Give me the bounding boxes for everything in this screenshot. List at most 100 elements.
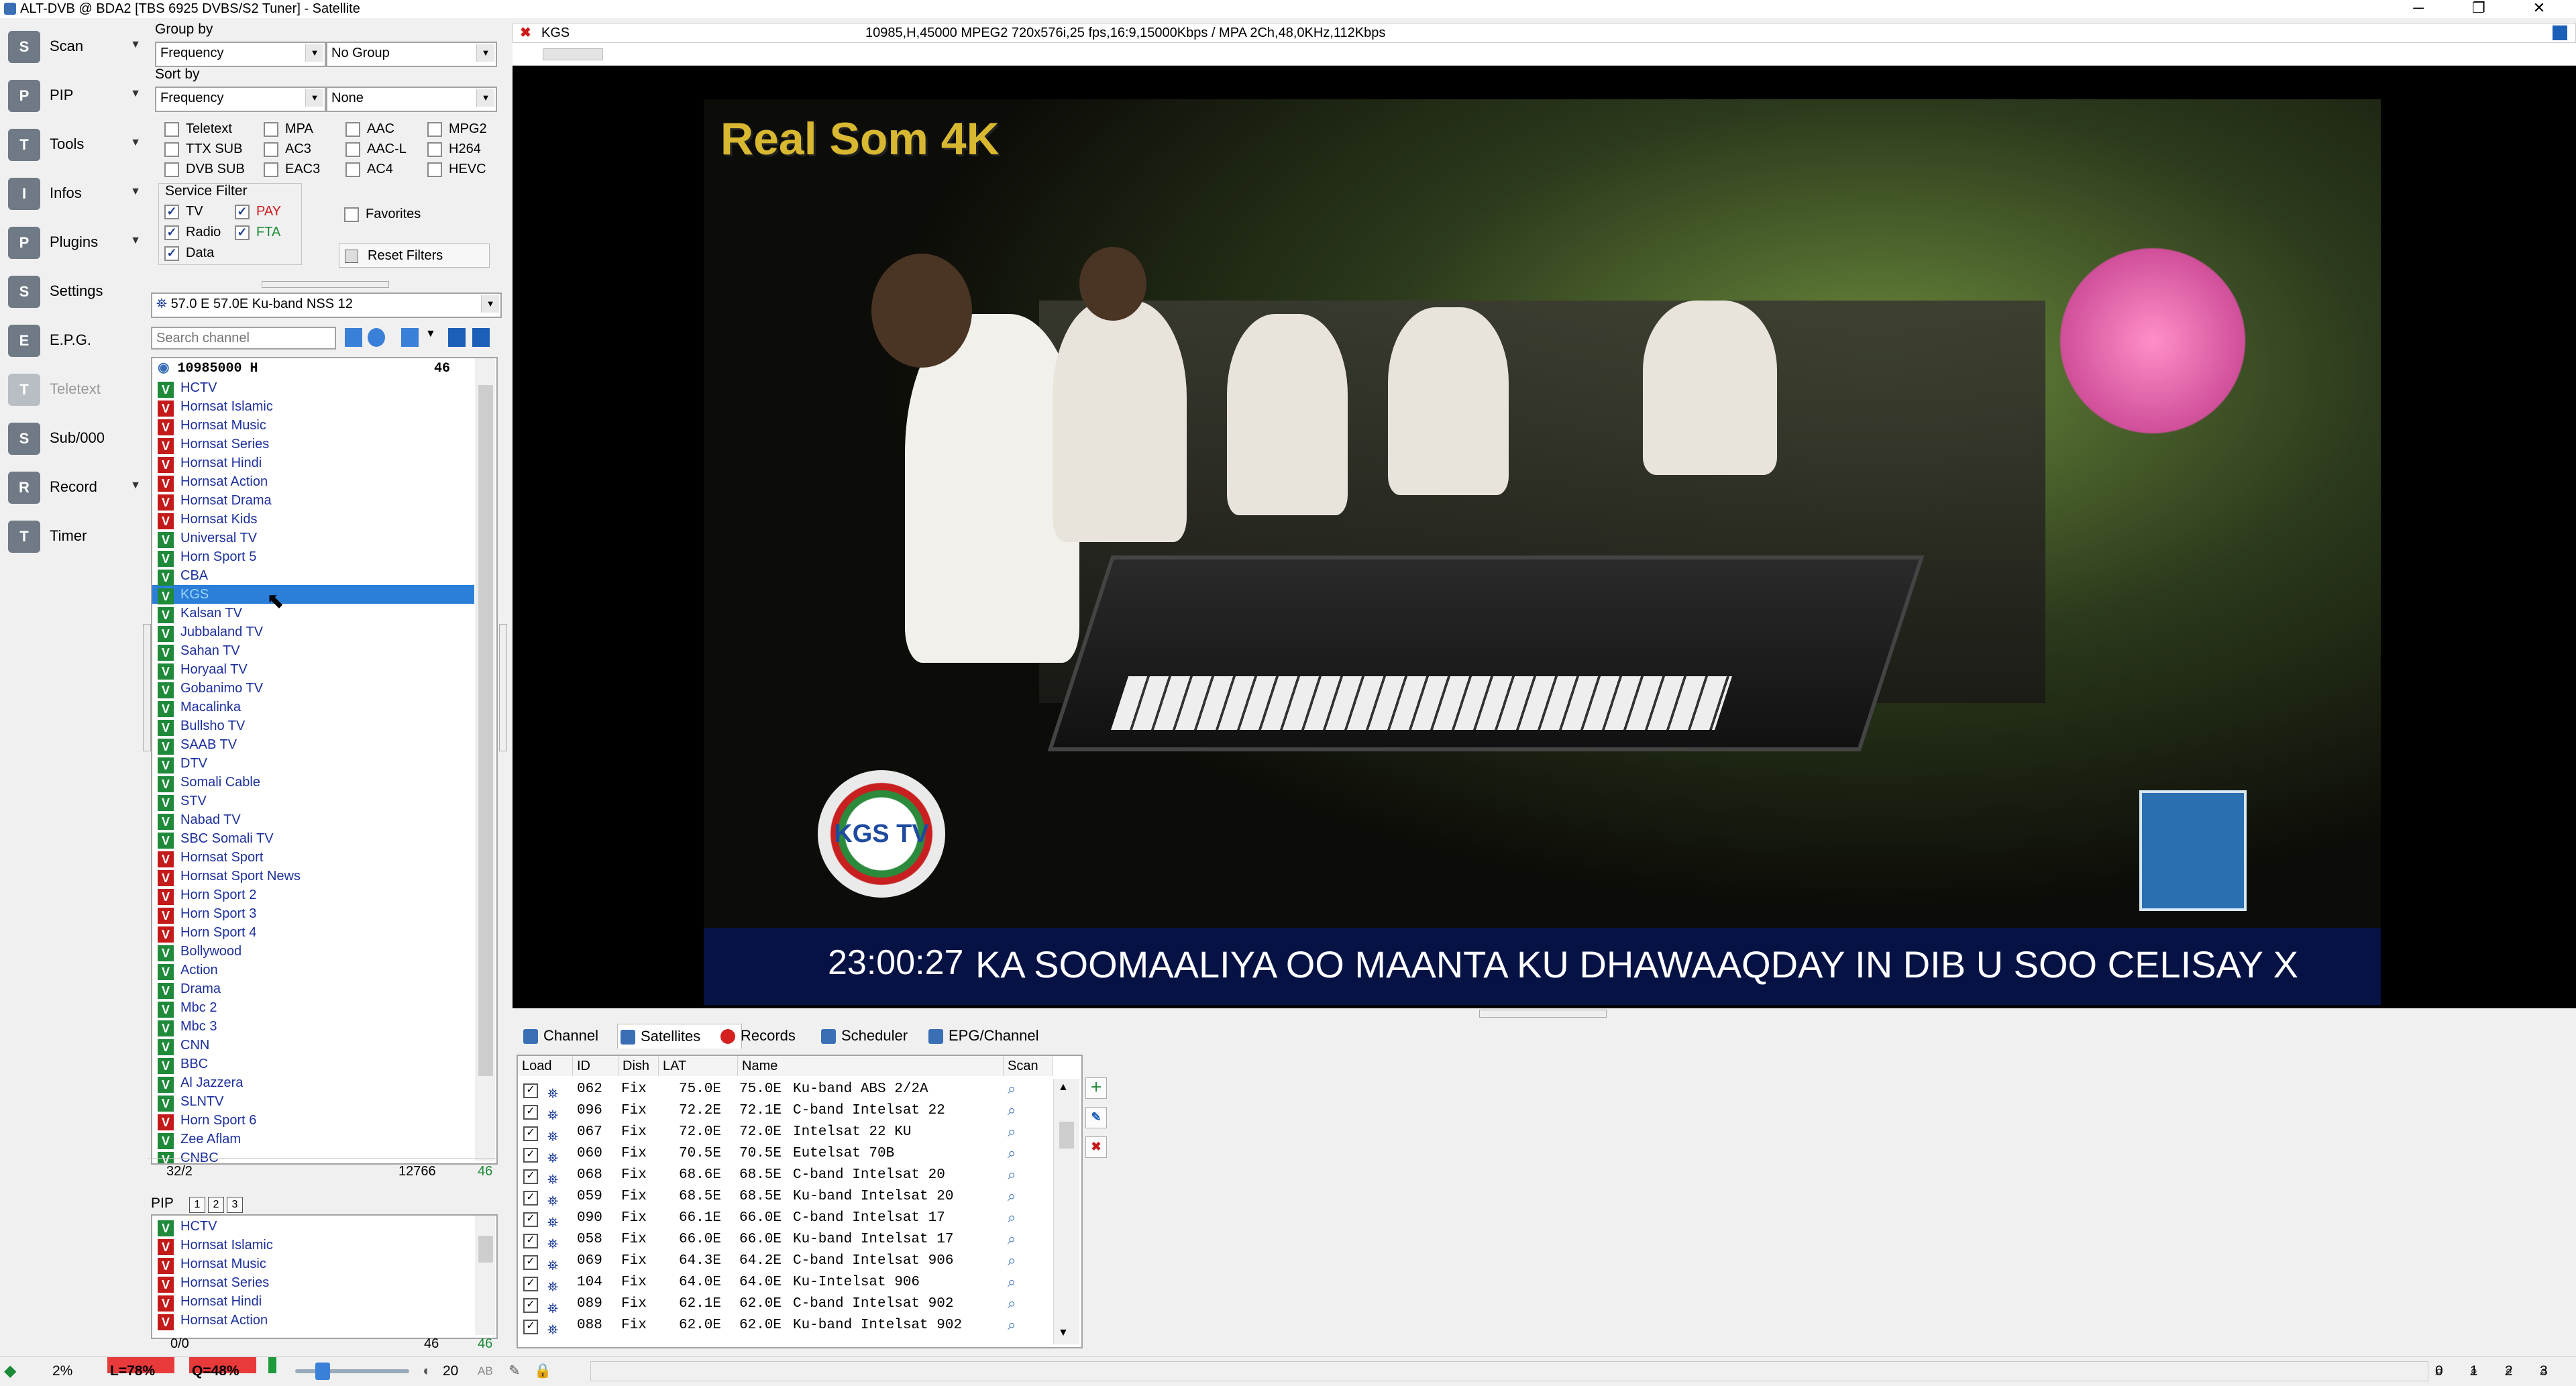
scan-search-icon[interactable]: ⌕	[1008, 1143, 1016, 1165]
service-data-checkbox[interactable]: Data	[164, 245, 214, 261]
scroll-up-icon[interactable]: ▲	[1058, 1081, 1069, 1094]
scan-search-icon[interactable]: ⌕	[1008, 1315, 1016, 1336]
toolbar-record-button[interactable]: R Record ▼	[4, 465, 141, 509]
scan-search-icon[interactable]: ⌕	[1008, 1208, 1016, 1229]
load-checkbox[interactable]: ✓	[523, 1169, 538, 1184]
progress-handle[interactable]	[543, 48, 603, 60]
channel-row[interactable]: V Hornsat Series	[158, 435, 269, 454]
toolbar-timer-button[interactable]: T Timer	[4, 514, 141, 558]
filter-aac-l-checkbox[interactable]: AAC-L	[345, 141, 407, 157]
move-down-icon[interactable]	[448, 328, 466, 347]
channel-row[interactable]: V KGS	[158, 585, 209, 604]
filter-ttx-sub-checkbox[interactable]: TTX SUB	[164, 141, 242, 157]
channel-row[interactable]: V Drama	[158, 979, 221, 999]
list-icon[interactable]	[401, 328, 419, 347]
channel-row[interactable]: V Horn Sport 5	[158, 547, 256, 567]
channel-row[interactable]: V Horn Sport 3	[158, 904, 256, 924]
reset-filters-button[interactable]: Reset Filters	[339, 244, 490, 268]
pip-slot-3-button[interactable]: 3	[227, 1197, 243, 1213]
service-fta-checkbox[interactable]: FTA	[235, 224, 280, 240]
channel-row[interactable]: V Hornsat Drama	[158, 491, 272, 511]
channel-row[interactable]: V Action	[158, 961, 218, 980]
toolbar-e-p-g-button[interactable]: E E.P.G.	[4, 318, 141, 362]
column-header-name[interactable]: Name	[738, 1056, 1004, 1076]
toolbar-tools-button[interactable]: T Tools ▼	[4, 122, 141, 166]
search-channel-field[interactable]	[152, 328, 332, 348]
channel-row[interactable]: V Al Jazzera	[158, 1073, 243, 1093]
video-progress-bar[interactable]	[513, 43, 2576, 66]
search-channel-input[interactable]	[151, 327, 336, 350]
toolbar-infos-button[interactable]: I Infos ▼	[4, 171, 141, 215]
close-video-icon[interactable]: ✖	[520, 23, 531, 42]
scan-search-icon[interactable]: ⌕	[1008, 1272, 1016, 1293]
filter-eac3-checkbox[interactable]: EAC3	[264, 161, 320, 177]
service-radio-checkbox[interactable]: Radio	[164, 224, 221, 240]
delete-satellite-button[interactable]: ✖	[1085, 1136, 1107, 1158]
pip-channel-list[interactable]: V HCTV V Hornsat Islamic V Hornsat Music V Horn…	[151, 1214, 498, 1339]
group-select-2[interactable]: No Group ▼	[326, 42, 497, 67]
filter-mpa-checkbox[interactable]: MPA	[264, 121, 313, 137]
channel-row[interactable]: V Horn Sport 4	[158, 923, 256, 943]
channel-row[interactable]: V BBC	[158, 1055, 208, 1074]
channel-row[interactable]: V Macalinka	[158, 698, 241, 717]
channel-row[interactable]: V Hornsat Islamic	[158, 397, 273, 417]
pip-channel-row[interactable]: V Hornsat Action	[158, 1311, 268, 1330]
sort-by-select[interactable]: Frequency ▼	[155, 87, 326, 112]
column-header-scan[interactable]: Scan	[1004, 1056, 1053, 1076]
load-checkbox[interactable]: ✓	[523, 1148, 538, 1163]
filter-mpg2-checkbox[interactable]: MPG2	[427, 121, 487, 137]
channel-row[interactable]: V CNN	[158, 1036, 209, 1055]
fullscreen-icon[interactable]	[2553, 25, 2567, 40]
scan-search-icon[interactable]: ⌕	[1008, 1186, 1016, 1208]
pip-scrollbar-thumb[interactable]	[478, 1236, 493, 1263]
filter-h264-checkbox[interactable]: H264	[427, 141, 481, 157]
edit-satellite-button[interactable]: ✎	[1085, 1107, 1107, 1128]
service-pay-checkbox[interactable]: PAY	[235, 203, 281, 219]
channel-row[interactable]: V SLNTV	[158, 1092, 223, 1112]
speaker-icon[interactable]: ◖	[421, 1357, 430, 1385]
favorites-checkbox[interactable]: Favorites	[344, 206, 421, 222]
toolbar-sub-000-button[interactable]: S Sub/000	[4, 416, 141, 460]
satellite-row[interactable]: ✓ ⛯ 104 Fix 64.0E 64.0E Ku-Intelsat 906 ⌕	[518, 1272, 1055, 1295]
pip-list-scrollbar[interactable]	[476, 1216, 495, 1335]
channel-row[interactable]: V Hornsat Sport News	[158, 867, 301, 886]
toolbar-plugins-button[interactable]: P Plugins ▼	[4, 220, 141, 264]
load-checkbox[interactable]: ✓	[523, 1083, 538, 1098]
scan-search-icon[interactable]: ⌕	[1008, 1122, 1016, 1143]
filter-dvb-sub-checkbox[interactable]: DVB SUB	[164, 161, 245, 177]
channel-row[interactable]: V SAAB TV	[158, 735, 237, 755]
channel-row[interactable]: V Hornsat Sport	[158, 848, 263, 867]
satellite-row[interactable]: ✓ ⛯ 059 Fix 68.5E 68.5E Ku-band Intelsat 20 ⌕	[518, 1186, 1055, 1209]
panel-splitter[interactable]	[262, 281, 389, 288]
channel-row[interactable]: V Universal TV	[158, 529, 257, 548]
refresh-icon[interactable]	[368, 328, 385, 347]
toolbar-teletext-button[interactable]: T Teletext	[4, 367, 141, 411]
toolbar-scan-button[interactable]: S Scan ▼	[4, 24, 141, 68]
lock-icon[interactable]: 🔒	[534, 1357, 551, 1385]
filter-icon[interactable]	[345, 328, 362, 347]
pip-channel-row[interactable]: V Hornsat Music	[158, 1255, 266, 1274]
channel-row[interactable]: V DTV	[158, 754, 207, 774]
channel-row[interactable]: V Bullsho TV	[158, 716, 245, 736]
satellite-row[interactable]: ✓ ⛯ 068 Fix 68.6E 68.5E C-band Intelsat 20 ⌕	[518, 1165, 1055, 1187]
load-checkbox[interactable]: ✓	[523, 1255, 538, 1270]
load-checkbox[interactable]: ✓	[523, 1277, 538, 1291]
pip-slot-1-button[interactable]: 1	[189, 1197, 205, 1213]
video-splitter[interactable]	[1479, 1010, 1607, 1018]
channel-row[interactable]: V Horn Sport 2	[158, 886, 256, 905]
channel-row[interactable]: V Sahan TV	[158, 641, 240, 661]
edit-icon[interactable]: ✎	[508, 1357, 521, 1385]
satellite-row[interactable]: ✓ ⛯ 096 Fix 72.2E 72.1E C-band Intelsat 22 ⌕	[518, 1100, 1055, 1123]
load-checkbox[interactable]: ✓	[523, 1234, 538, 1248]
satellite-row[interactable]: ✓ ⛯ 060 Fix 70.5E 70.5E Eutelsat 70B ⌕	[518, 1143, 1055, 1166]
scan-search-icon[interactable]: ⌕	[1008, 1229, 1016, 1250]
channel-row[interactable]: V STV	[158, 792, 207, 811]
scan-search-icon[interactable]: ⌕	[1008, 1079, 1016, 1100]
channel-row[interactable]: V Nabad TV	[158, 810, 241, 830]
satellite-row[interactable]: ✓ ⛯ 089 Fix 62.1E 62.0E C-band Intelsat 902 ⌕	[518, 1293, 1055, 1316]
filter-aac-checkbox[interactable]: AAC	[345, 121, 394, 137]
channel-list[interactable]: ◉ 10985000 H 46 V HCTV V Hornsat Islamic V Ho…	[151, 357, 498, 1165]
left-splitter[interactable]	[143, 624, 151, 751]
channel-row[interactable]: V Somali Cable	[158, 773, 260, 792]
channel-row[interactable]: V Mbc 2	[158, 998, 217, 1018]
